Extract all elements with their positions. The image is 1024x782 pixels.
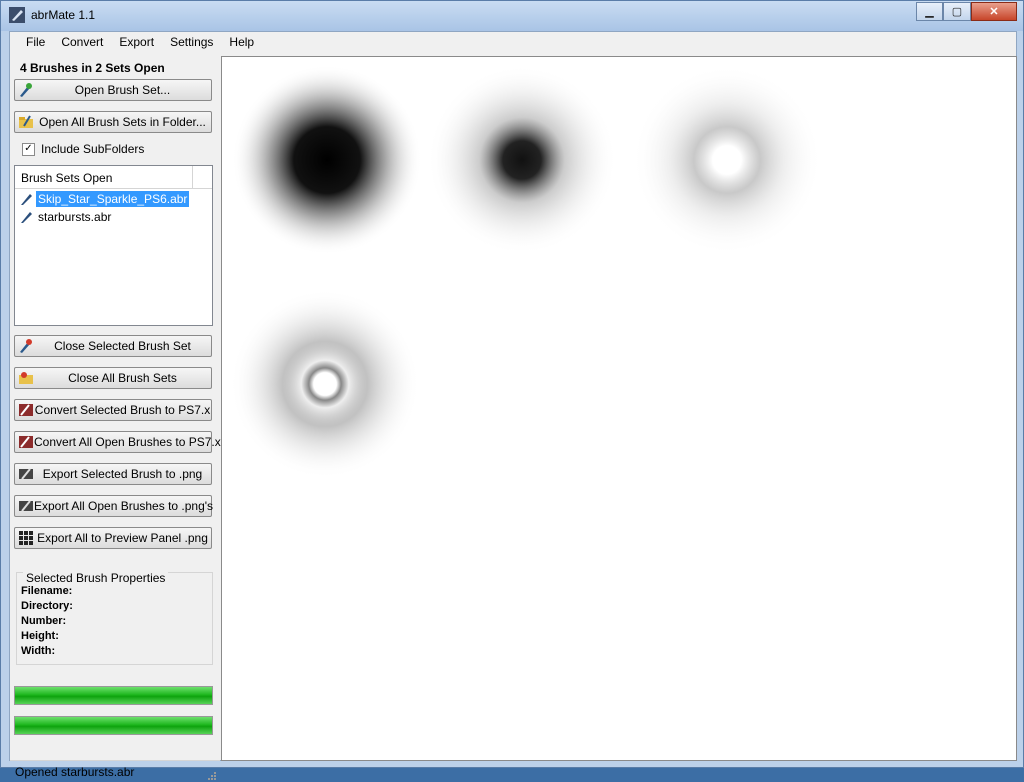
list-item-label: Skip_Star_Sparkle_PS6.abr [36,190,190,207]
convert-all-icon [19,436,33,448]
progress-fill [15,687,212,704]
brush-add-icon [20,83,32,97]
progress-fill [15,717,212,734]
open-brush-set-button[interactable]: Open Brush Set... [14,79,212,101]
brush-file-icon [21,193,32,205]
brush-count-summary: 4 Brushes in 2 Sets Open [20,61,165,75]
open-all-in-folder-label: Open All Brush Sets in Folder... [39,115,206,129]
app-window: abrMate 1.1 ▁ ▢ ✕ File Convert Export Se… [0,0,1024,780]
window-title: abrMate 1.1 [31,8,96,22]
brush-remove-icon [20,339,32,353]
title-bar[interactable]: abrMate 1.1 ▁ ▢ ✕ [1,1,1023,31]
progress-bar-2 [14,716,213,735]
open-brush-set-label: Open Brush Set... [74,83,171,97]
maximize-icon: ▢ [951,6,963,18]
export-all-png-button[interactable]: Export All Open Brushes to .png's [14,495,214,517]
list-item[interactable]: starbursts.abr [15,208,212,225]
client-area: File Convert Export Settings Help 4 Brus… [9,31,1017,780]
prop-number-label: Number: [21,615,67,627]
brush-thumbnail[interactable] [232,65,422,255]
menu-file[interactable]: File [10,32,53,54]
convert-all-button[interactable]: Convert All Open Brushes to PS7.x [14,431,221,453]
menu-convert[interactable]: Convert [53,32,111,54]
convert-selected-button[interactable]: Convert Selected Brush to PS7.x [14,399,212,421]
close-selected-set-label: Close Selected Brush Set [54,339,191,353]
menu-bar: File Convert Export Settings Help [10,32,1016,54]
prop-width-label: Width: [21,645,56,657]
folder-remove-icon [19,372,33,384]
left-panel: 4 Brushes in 2 Sets Open Open Brush Set.… [10,54,221,780]
resize-grip-icon[interactable] [206,770,216,780]
export-all-png-label: Export All Open Brushes to .png's [34,499,214,513]
column-brush-sets-open[interactable]: Brush Sets Open [15,166,193,188]
brush-thumbnail[interactable] [427,65,617,255]
brush-sets-list[interactable]: Brush Sets Open Skip_Star_Sparkle_PS6.ab… [14,165,213,326]
close-window-button[interactable]: ✕ [971,2,1017,21]
prop-directory-label: Directory: [21,600,73,612]
checkmark-icon[interactable]: ✓ [22,142,35,156]
list-item[interactable]: Skip_Star_Sparkle_PS6.abr [15,190,212,207]
menu-export[interactable]: Export [111,32,162,54]
list-header[interactable]: Brush Sets Open [15,166,212,189]
menu-help[interactable]: Help [221,32,262,54]
include-subfolders-label: Include SubFolders [41,142,145,156]
close-all-sets-label: Close All Brush Sets [68,371,177,385]
folder-icon [19,115,33,128]
minimize-button[interactable]: ▁ [916,2,943,21]
brush-thumbnail[interactable] [230,289,420,479]
status-text: Opened starbursts.abr [15,765,135,779]
list-item-label: starbursts.abr [38,209,112,224]
maximize-button[interactable]: ▢ [943,2,971,21]
export-selected-png-button[interactable]: Export Selected Brush to .png [14,463,212,485]
prop-filename-label: Filename: [21,585,73,597]
grid-icon [19,531,33,545]
prop-height-label: Height: [21,630,59,642]
brush-file-icon [21,211,32,223]
export-preview-panel-button[interactable]: Export All to Preview Panel .png [14,527,212,549]
export-preview-panel-label: Export All to Preview Panel .png [37,531,208,545]
menu-settings[interactable]: Settings [162,32,221,54]
minimize-icon: ▁ [925,6,934,18]
group-title: Selected Brush Properties [23,571,169,585]
close-all-sets-button[interactable]: Close All Brush Sets [14,367,212,389]
include-subfolders-checkbox[interactable]: ✓ Include SubFolders [22,142,144,156]
export-selected-png-label: Export Selected Brush to .png [42,467,203,481]
status-bar: Opened starbursts.abr [10,760,220,782]
export-png-icon [19,468,33,480]
brush-properties-group: Selected Brush Properties Filename: Dire… [16,571,213,665]
close-icon: ✕ [989,6,999,18]
open-all-in-folder-button[interactable]: Open All Brush Sets in Folder... [14,111,212,133]
brush-preview-panel[interactable] [221,56,1017,761]
progress-bar-1 [14,686,213,705]
app-brush-icon [9,7,25,23]
convert-all-label: Convert All Open Brushes to PS7.x [34,435,221,449]
close-selected-set-button[interactable]: Close Selected Brush Set [14,335,212,357]
brush-thumbnail[interactable] [632,65,822,255]
convert-icon [19,404,33,416]
export-png-all-icon [19,500,33,512]
convert-selected-label: Convert Selected Brush to PS7.x [34,403,211,417]
